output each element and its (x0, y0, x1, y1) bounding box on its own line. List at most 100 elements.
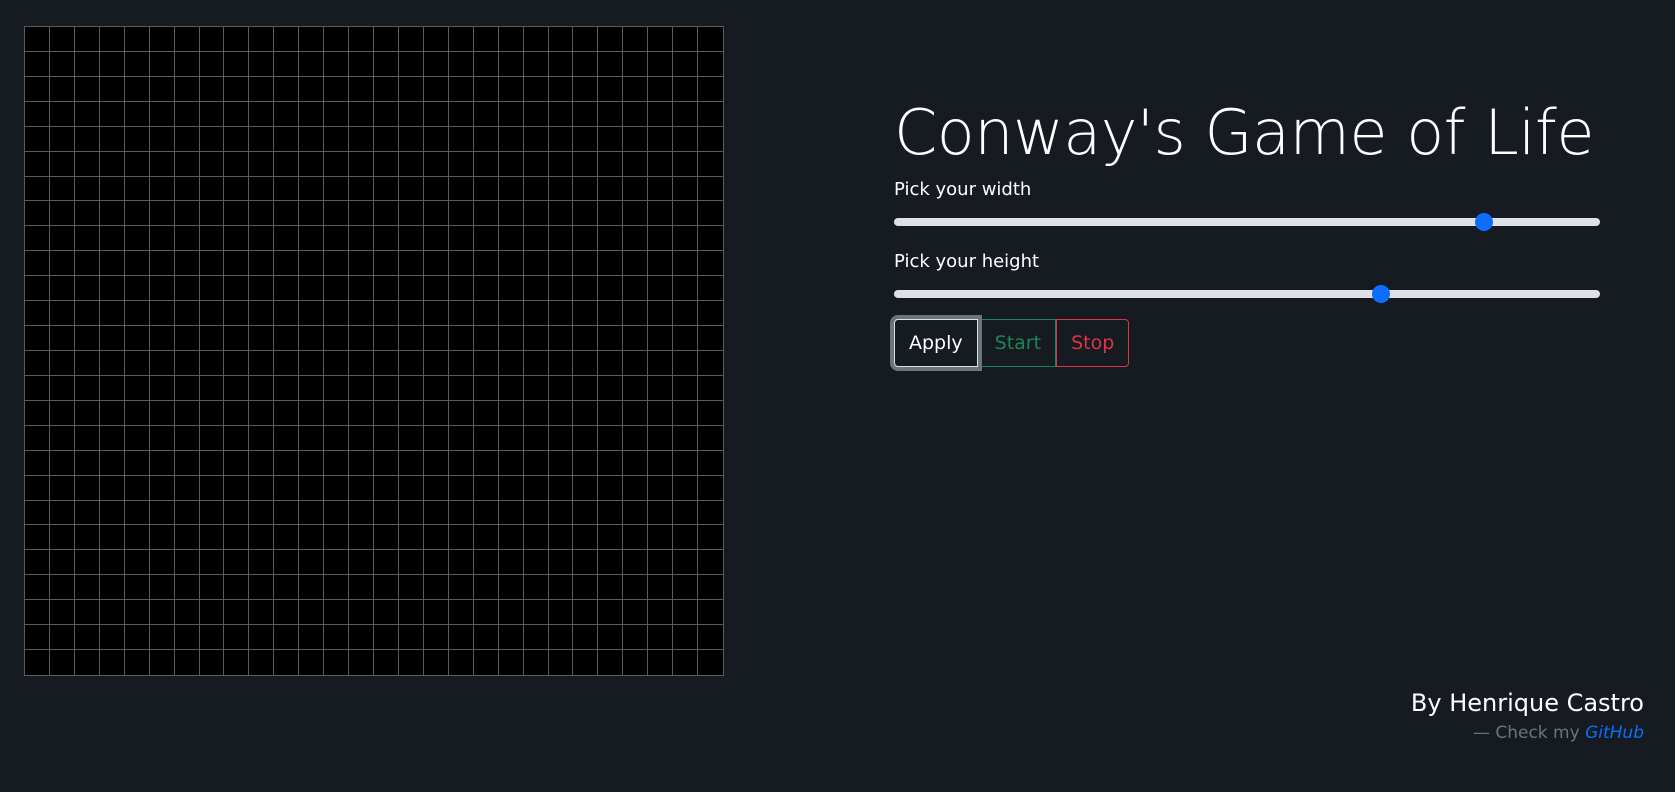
board-cell[interactable] (648, 51, 674, 77)
board-cell[interactable] (698, 625, 723, 651)
board-cell[interactable] (523, 550, 549, 576)
board-cell[interactable] (473, 51, 499, 77)
board-cell[interactable] (623, 450, 649, 476)
board-cell[interactable] (448, 176, 474, 202)
board-cell[interactable] (673, 375, 699, 401)
board-cell[interactable] (299, 575, 325, 601)
board-cell[interactable] (274, 425, 300, 451)
board-cell[interactable] (673, 126, 699, 152)
board-cell[interactable] (49, 450, 75, 476)
board-cell[interactable] (523, 226, 549, 252)
board-cell[interactable] (398, 500, 424, 526)
board-cell[interactable] (99, 650, 125, 675)
board-cell[interactable] (99, 201, 125, 227)
board-cell[interactable] (25, 625, 50, 651)
board-cell[interactable] (124, 301, 150, 327)
board-cell[interactable] (249, 525, 275, 551)
board-cell[interactable] (673, 500, 699, 526)
board-cell[interactable] (623, 176, 649, 202)
board-cell[interactable] (274, 176, 300, 202)
board-cell[interactable] (124, 375, 150, 401)
game-board[interactable] (24, 26, 724, 676)
board-cell[interactable] (149, 276, 175, 302)
board-cell[interactable] (99, 226, 125, 252)
board-cell[interactable] (274, 400, 300, 426)
board-cell[interactable] (249, 375, 275, 401)
board-cell[interactable] (374, 51, 399, 77)
board-cell[interactable] (698, 76, 723, 102)
board-cell[interactable] (199, 151, 225, 177)
board-cell[interactable] (149, 550, 175, 576)
board-cell[interactable] (548, 400, 574, 426)
board-cell[interactable] (124, 101, 150, 127)
board-cell[interactable] (523, 400, 549, 426)
board-cell[interactable] (548, 350, 574, 376)
board-cell[interactable] (49, 400, 75, 426)
board-cell[interactable] (473, 301, 499, 327)
board-cell[interactable] (623, 400, 649, 426)
board-cell[interactable] (374, 525, 399, 551)
board-cell[interactable] (149, 475, 175, 501)
board-cell[interactable] (324, 151, 350, 177)
board-cell[interactable] (299, 550, 325, 576)
board-cell[interactable] (149, 326, 175, 351)
board-cell[interactable] (423, 375, 449, 401)
board-cell[interactable] (548, 326, 574, 351)
board-cell[interactable] (274, 301, 300, 327)
board-cell[interactable] (299, 301, 325, 327)
board-cell[interactable] (174, 201, 200, 227)
board-cell[interactable] (174, 51, 200, 77)
board-cell[interactable] (324, 550, 350, 576)
board-cell[interactable] (99, 575, 125, 601)
board-cell[interactable] (74, 475, 100, 501)
board-cell[interactable] (199, 76, 225, 102)
board-cell[interactable] (199, 126, 225, 152)
board-cell[interactable] (74, 176, 100, 202)
board-cell[interactable] (99, 51, 125, 77)
board-cell[interactable] (473, 375, 499, 401)
board-cell[interactable] (374, 176, 399, 202)
board-cell[interactable] (448, 350, 474, 376)
board-cell[interactable] (324, 126, 350, 152)
board-cell[interactable] (324, 27, 350, 52)
board-cell[interactable] (324, 176, 350, 202)
board-cell[interactable] (274, 76, 300, 102)
board-cell[interactable] (648, 151, 674, 177)
board-cell[interactable] (324, 525, 350, 551)
board-cell[interactable] (149, 301, 175, 327)
board-cell[interactable] (598, 226, 624, 252)
board-cell[interactable] (49, 575, 75, 601)
board-cell[interactable] (423, 101, 449, 127)
board-cell[interactable] (199, 276, 225, 302)
board-cell[interactable] (149, 425, 175, 451)
board-cell[interactable] (673, 425, 699, 451)
board-cell[interactable] (548, 226, 574, 252)
board-cell[interactable] (374, 276, 399, 302)
board-cell[interactable] (224, 375, 250, 401)
board-cell[interactable] (374, 151, 399, 177)
board-cell[interactable] (25, 126, 50, 152)
board-cell[interactable] (149, 600, 175, 626)
board-cell[interactable] (174, 475, 200, 501)
board-cell[interactable] (324, 600, 350, 626)
board-cell[interactable] (423, 126, 449, 152)
board-cell[interactable] (423, 326, 449, 351)
board-cell[interactable] (448, 126, 474, 152)
board-cell[interactable] (324, 450, 350, 476)
board-cell[interactable] (124, 500, 150, 526)
board-cell[interactable] (548, 101, 574, 127)
board-cell[interactable] (124, 151, 150, 177)
board-cell[interactable] (149, 350, 175, 376)
board-cell[interactable] (374, 450, 399, 476)
board-cell[interactable] (299, 326, 325, 351)
board-cell[interactable] (174, 450, 200, 476)
board-cell[interactable] (274, 500, 300, 526)
board-cell[interactable] (448, 76, 474, 102)
board-cell[interactable] (99, 525, 125, 551)
board-cell[interactable] (149, 650, 175, 675)
board-cell[interactable] (74, 101, 100, 127)
board-cell[interactable] (49, 226, 75, 252)
board-cell[interactable] (698, 375, 723, 401)
board-cell[interactable] (548, 650, 574, 675)
board-cell[interactable] (648, 251, 674, 277)
